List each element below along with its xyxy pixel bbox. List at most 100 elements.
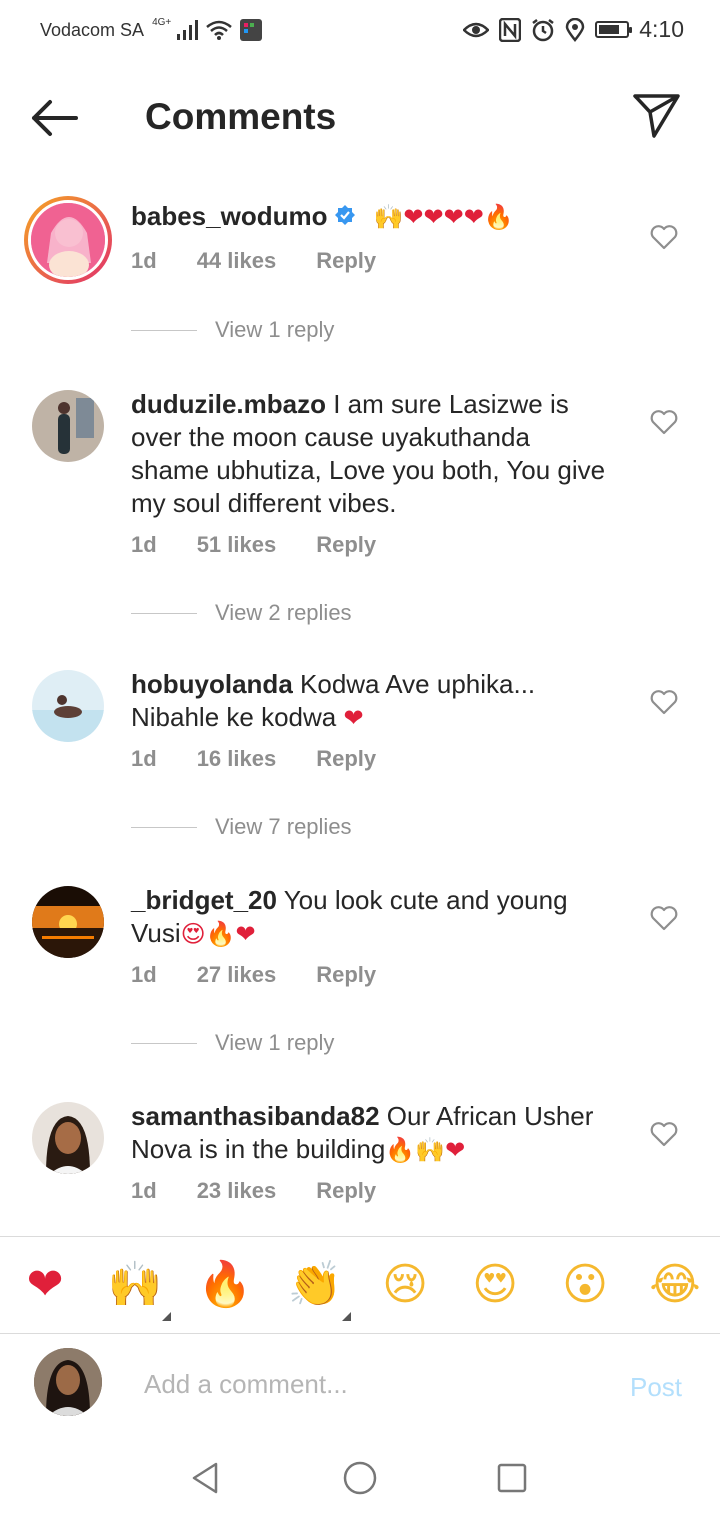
nfc-icon	[499, 17, 522, 42]
avatar-image	[32, 390, 104, 462]
emoji-fire-button[interactable]: 🔥	[197, 1257, 253, 1313]
comment-emoji: ❤	[343, 704, 364, 732]
comment-username[interactable]: hobuyolanda	[131, 669, 293, 699]
emoji-heart-eyes-button[interactable]: 😍	[467, 1257, 523, 1313]
avatar-image	[28, 200, 108, 280]
view-replies-button[interactable]: View 1 reply	[131, 317, 334, 343]
current-user-avatar	[34, 1348, 102, 1416]
comment-age: 1d	[131, 962, 157, 987]
comment-username[interactable]: babes_wodumo	[131, 201, 327, 231]
app-notification-icon	[240, 19, 263, 41]
comment-emoji: 🔥🙌❤	[385, 1136, 466, 1164]
avatar[interactable]	[32, 390, 104, 462]
comment-age: 1d	[131, 248, 157, 273]
clap-icon: 👏	[287, 1259, 343, 1310]
comment-text: duduzile.mbazo I am sure Lasizwe is over…	[131, 388, 611, 520]
comment-item: babes_wodumo 🙌❤❤❤❤🔥 1d 44 likes Reply Vi…	[0, 174, 720, 376]
alarm-icon	[532, 18, 554, 41]
avatar[interactable]	[24, 196, 112, 284]
comment-text: samanthasibanda82 Our African Usher Nova…	[131, 1100, 611, 1167]
status-left: Vodacom SA 4G+	[40, 16, 263, 42]
location-icon	[565, 17, 585, 42]
avatar[interactable]	[32, 1102, 104, 1174]
nav-recents-icon[interactable]	[492, 1458, 532, 1498]
view-replies-button[interactable]: View 1 reply	[131, 1030, 334, 1056]
reply-button[interactable]: Reply	[316, 962, 376, 988]
nav-back-icon[interactable]	[186, 1458, 226, 1498]
post-button[interactable]: Post	[630, 1372, 682, 1403]
comment-item: duduzile.mbazo I am sure Lasizwe is over…	[0, 376, 720, 656]
comment-emoji: 🙌❤❤❤❤🔥	[373, 203, 514, 231]
comment-meta: 1d 27 likes Reply	[131, 962, 416, 988]
heart-outline-icon[interactable]	[650, 224, 678, 250]
comment-username[interactable]: samanthasibanda82	[131, 1101, 380, 1131]
nav-home-icon[interactable]	[340, 1458, 380, 1498]
view-replies-button[interactable]: View 7 replies	[131, 814, 352, 840]
share-button[interactable]	[632, 92, 682, 140]
raised-hands-icon: 🙌	[107, 1259, 163, 1310]
heart-outline-icon[interactable]	[650, 689, 678, 715]
emoji-reaction-bar: ❤ 🙌 🔥 👏 😢 😍 😮 😂	[0, 1236, 720, 1334]
view-replies-label: View 1 reply	[215, 317, 335, 342]
comment-meta: 1d 16 likes Reply	[131, 746, 416, 772]
emoji-clap-button[interactable]: 👏	[287, 1257, 351, 1321]
comment-text: _bridget_20 You look cute and young Vusi…	[131, 884, 611, 951]
comment-emoji: 😍🔥❤	[180, 920, 256, 948]
header: Comments	[0, 62, 720, 174]
comment-item: _bridget_20 You look cute and young Vusi…	[0, 872, 720, 1088]
comment-likes[interactable]: 27 likes	[197, 962, 277, 988]
emoji-crying-button[interactable]: 😢	[377, 1257, 433, 1313]
emoji-surprised-button[interactable]: 😮	[557, 1257, 613, 1313]
avatar-image	[32, 1102, 104, 1174]
comment-meta: 1d 23 likes Reply	[131, 1178, 416, 1204]
view-replies-label: View 2 replies	[215, 600, 352, 625]
page-title: Comments	[145, 96, 337, 137]
heart-outline-icon[interactable]	[650, 1121, 678, 1147]
clock: 4:10	[639, 16, 684, 42]
skin-tone-indicator	[162, 1312, 171, 1321]
reply-divider	[131, 826, 197, 828]
comment-likes[interactable]: 44 likes	[197, 248, 277, 274]
comment-username[interactable]: duduzile.mbazo	[131, 389, 326, 419]
comment-item: samanthasibanda82 Our African Usher Nova…	[0, 1088, 720, 1218]
emoji-heart-button[interactable]: ❤	[17, 1257, 73, 1313]
avatar-image	[32, 670, 104, 742]
back-button[interactable]	[30, 96, 82, 140]
signal-icon	[177, 20, 199, 40]
heart-outline-icon[interactable]	[650, 905, 678, 931]
carrier-label: Vodacom SA	[40, 19, 145, 40]
avatar[interactable]	[32, 886, 104, 958]
arrow-left-icon	[32, 100, 78, 136]
battery-level	[599, 25, 620, 34]
emoji-laughing-button[interactable]: 😂	[647, 1257, 703, 1313]
comment-input[interactable]	[144, 1362, 584, 1406]
reply-button[interactable]: Reply	[316, 532, 376, 558]
avatar[interactable]	[32, 670, 104, 742]
emoji-raised-hands-button[interactable]: 🙌	[107, 1257, 171, 1321]
avatar-image	[32, 886, 104, 958]
comment-likes[interactable]: 16 likes	[197, 746, 277, 772]
comment-list[interactable]: babes_wodumo 🙌❤❤❤❤🔥 1d 44 likes Reply Vi…	[0, 174, 720, 1218]
comment-username[interactable]: _bridget_20	[131, 885, 277, 915]
comment-text: hobuyolanda Kodwa Ave uphika... Nibahle …	[131, 668, 611, 735]
view-replies-label: View 1 reply	[215, 1030, 335, 1055]
comment-age: 1d	[131, 1178, 157, 1203]
status-bar: Vodacom SA 4G+ 4:10	[0, 0, 720, 62]
verified-badge-icon	[335, 205, 356, 225]
comment-likes[interactable]: 23 likes	[197, 1178, 277, 1204]
reply-button[interactable]: Reply	[316, 248, 376, 274]
comment-likes[interactable]: 51 likes	[197, 532, 277, 558]
reply-button[interactable]: Reply	[316, 746, 376, 772]
comment-meta: 1d 51 likes Reply	[131, 532, 416, 558]
reply-divider	[131, 1042, 197, 1044]
skin-tone-indicator	[342, 1312, 351, 1321]
comment-item: hobuyolanda Kodwa Ave uphika... Nibahle …	[0, 656, 720, 872]
heart-outline-icon[interactable]	[650, 409, 678, 435]
view-replies-label: View 7 replies	[215, 814, 352, 839]
view-replies-button[interactable]: View 2 replies	[131, 600, 352, 626]
wifi-icon	[206, 20, 233, 40]
battery-icon	[595, 21, 633, 38]
network-type: 4G+	[152, 16, 172, 28]
comment-meta: 1d 44 likes Reply	[131, 248, 416, 274]
reply-button[interactable]: Reply	[316, 1178, 376, 1204]
